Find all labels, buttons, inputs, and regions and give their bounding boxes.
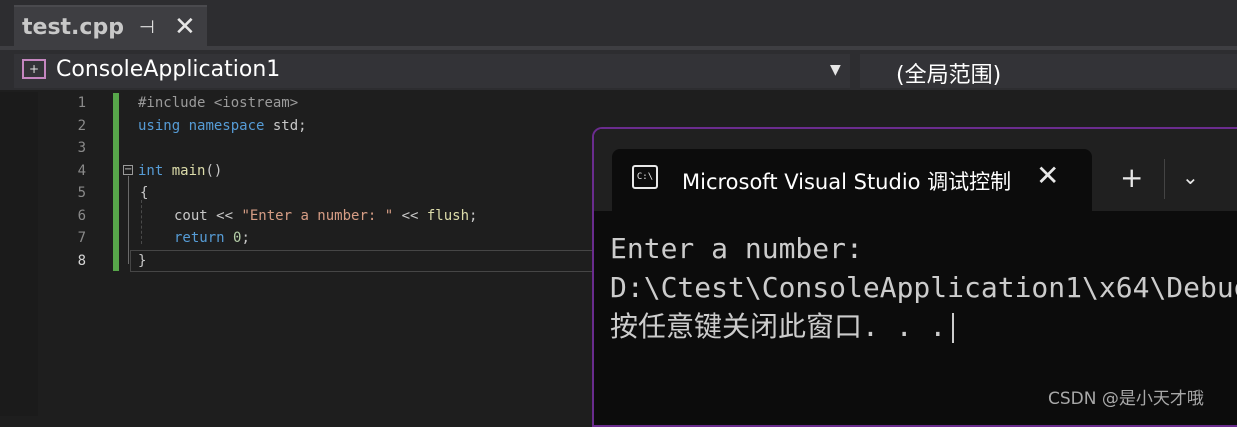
navigation-bar: + ConsoleApplication1 ▼ (全局范围) [0, 50, 1237, 90]
console-icon: C:\ [632, 165, 658, 189]
line-number: 2 [77, 118, 86, 134]
collapse-icon[interactable]: − [123, 165, 133, 175]
terminal-tab[interactable]: C:\ Microsoft Visual Studio 调试控制台 ✕ [612, 149, 1092, 211]
project-dropdown[interactable]: + ConsoleApplication1 ▼ [14, 54, 850, 88]
line-number: 6 [77, 208, 86, 224]
text-cursor [952, 313, 955, 343]
editor-margin [0, 92, 38, 416]
indent-guide [141, 200, 143, 244]
code-line-6[interactable]: cout << "Enter a number: " << flush; [174, 208, 477, 224]
output-line: 按任意键关闭此窗口. . . [610, 307, 1237, 346]
document-tab-test-cpp[interactable]: test.cpp ⊣ ✕ [14, 5, 207, 46]
line-number-current: 8 [77, 253, 86, 269]
chevron-down-icon[interactable]: ⌄ [1182, 165, 1199, 189]
code-line-2[interactable]: using namespace std; [138, 118, 307, 134]
scope-dropdown[interactable]: (全局范围) [860, 54, 1237, 88]
output-line: D:\Ctest\ConsoleApplication1\x64\Debug\C… [610, 271, 1237, 304]
terminal-output[interactable]: Enter a number: D:\Ctest\ConsoleApplicat… [610, 229, 1237, 346]
tab-title: test.cpp [22, 15, 124, 40]
fold-guide [128, 176, 129, 264]
line-number: 4 [77, 163, 86, 179]
new-tab-icon[interactable]: + [1120, 161, 1143, 194]
code-line-8[interactable]: } [138, 253, 146, 269]
chevron-down-icon[interactable]: ▼ [830, 62, 841, 78]
terminal-titlebar: C:\ Microsoft Visual Studio 调试控制台 ✕ + ⌄ [594, 129, 1237, 211]
terminal-tab-title: Microsoft Visual Studio 调试控制台 [682, 170, 1012, 194]
project-icon: + [22, 59, 46, 79]
close-icon[interactable]: ✕ [1036, 159, 1059, 192]
line-number: 3 [77, 140, 86, 156]
pin-icon[interactable]: ⊣ [139, 17, 155, 38]
output-line: Enter a number: [610, 232, 863, 265]
line-number: 1 [77, 95, 86, 111]
titlebar-divider [1164, 159, 1165, 199]
line-number: 7 [77, 230, 86, 246]
code-line-7[interactable]: return 0; [174, 230, 250, 246]
code-line-4[interactable]: int main() [138, 163, 222, 179]
watermark: CSDN @是小天才哦 [1048, 389, 1204, 409]
debug-console-window[interactable]: C:\ Microsoft Visual Studio 调试控制台 ✕ + ⌄ … [592, 127, 1237, 427]
code-line-1[interactable]: #include <iostream> [138, 95, 298, 111]
line-number: 5 [77, 185, 86, 201]
scope-label: (全局范围) [896, 63, 1002, 88]
current-line-highlight [130, 250, 600, 272]
code-line-5[interactable]: { [140, 185, 148, 201]
close-icon[interactable]: ✕ [174, 12, 196, 42]
project-name: ConsoleApplication1 [56, 57, 281, 82]
document-tab-strip: test.cpp ⊣ ✕ [0, 0, 1237, 46]
change-tracking-bar [113, 93, 119, 271]
